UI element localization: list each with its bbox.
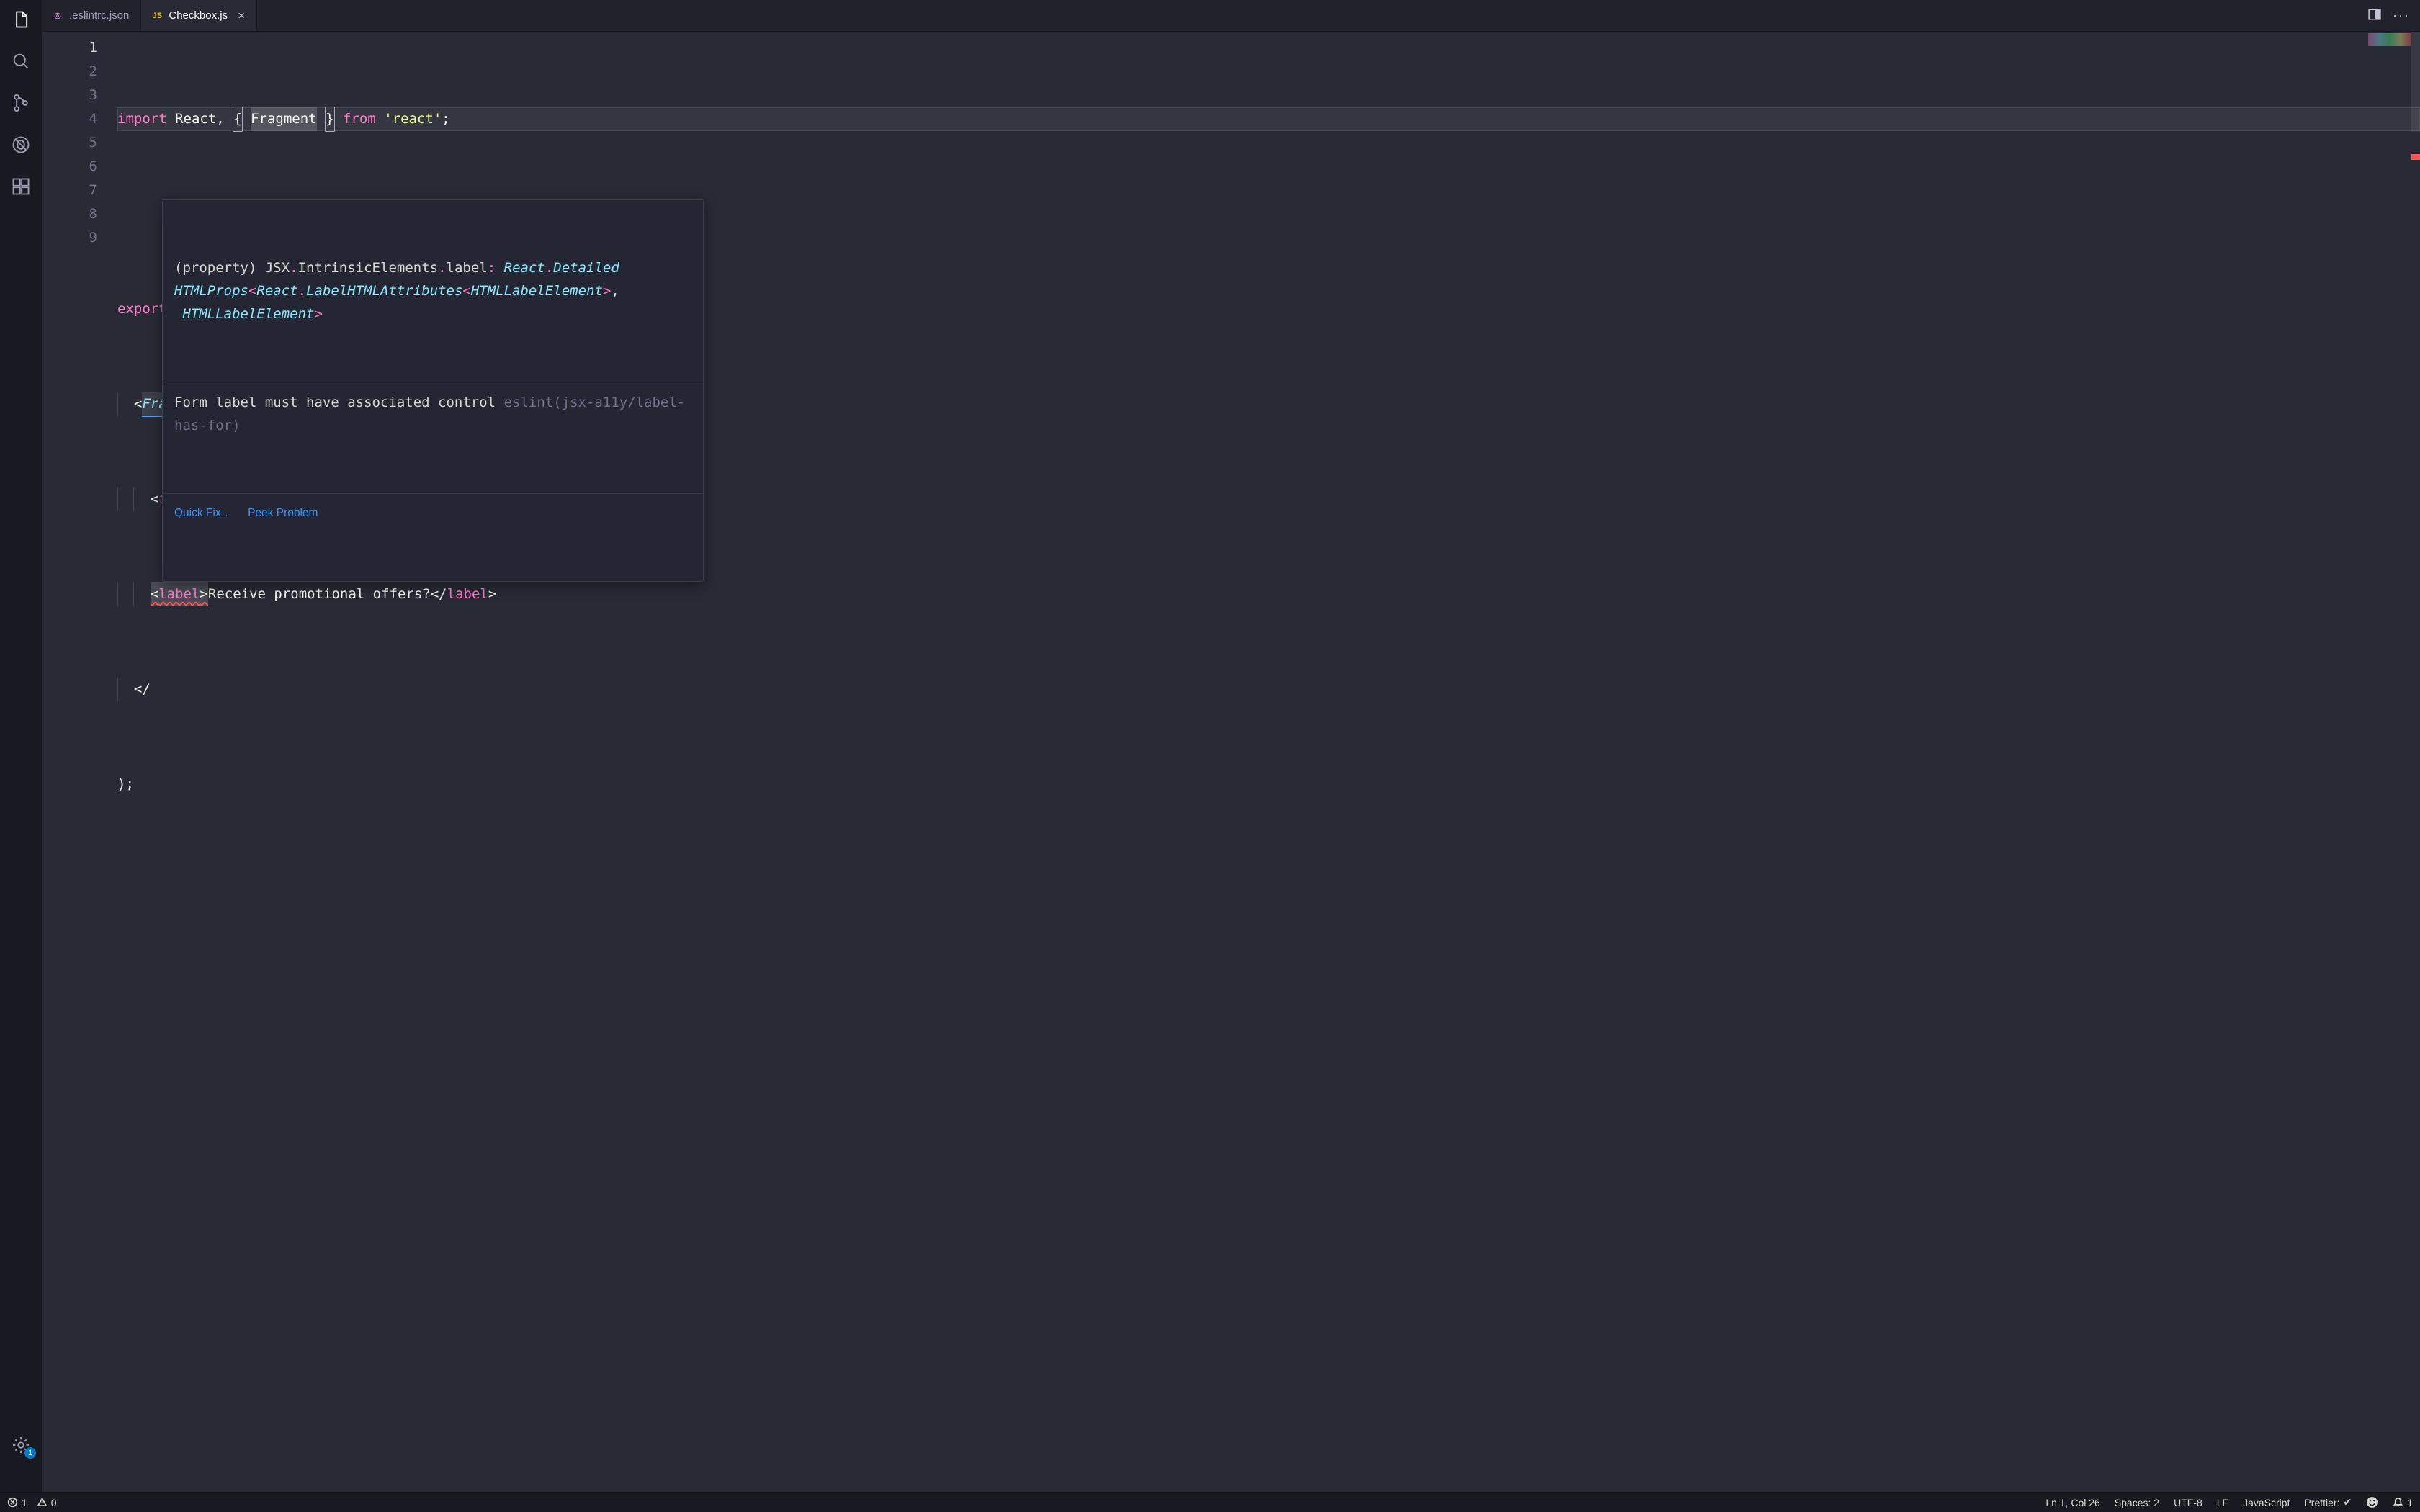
source-control-icon[interactable]	[10, 92, 32, 114]
search-icon[interactable]	[10, 50, 32, 72]
code-lines[interactable]: import React, { Fragment } from 'react';…	[117, 32, 2420, 1492]
settings-badge: 1	[24, 1447, 36, 1459]
tab-eslintrc[interactable]: ◎ .eslintrc.json	[42, 0, 141, 31]
app-shell: 1 ◎ .eslintrc.json JS Checkbox.js × ···	[0, 0, 2420, 1492]
tab-checkbox-js[interactable]: JS Checkbox.js ×	[141, 0, 257, 31]
activity-bar: 1	[0, 0, 42, 1492]
tooltip-error-msg: Form label must have associated control …	[163, 382, 703, 446]
peek-problem-link[interactable]: Peek Problem	[248, 501, 318, 525]
code-line[interactable]: </	[117, 678, 2420, 701]
code-line[interactable]: import React, { Fragment } from 'react';	[117, 107, 2420, 131]
indentation-status[interactable]: Spaces: 2	[2115, 1497, 2159, 1508]
warning-count: 0	[51, 1497, 57, 1508]
tab-label: Checkbox.js	[169, 9, 228, 22]
more-actions-icon[interactable]: ···	[2393, 8, 2410, 23]
prettier-status[interactable]: Prettier: ✔	[2304, 1496, 2352, 1508]
js-file-icon: JS	[151, 10, 163, 22]
quick-fix-link[interactable]: Quick Fix…	[174, 501, 232, 525]
bell-icon	[2393, 1497, 2403, 1508]
extensions-icon[interactable]	[10, 176, 32, 197]
tooltip-actions: Quick Fix… Peek Problem	[163, 493, 703, 534]
tooltip-signature: (property) JSX.IntrinsicElements.label: …	[163, 248, 703, 334]
minimap[interactable]	[2368, 33, 2411, 46]
split-editor-icon[interactable]	[2368, 8, 2381, 23]
notifications-bell[interactable]: 1	[2393, 1497, 2413, 1508]
status-bar: 1 0 Ln 1, Col 26 Spaces: 2 UTF-8 LF Java…	[0, 1492, 2420, 1512]
error-icon	[7, 1497, 18, 1508]
cursor-position[interactable]: Ln 1, Col 26	[2045, 1497, 2100, 1508]
eslint-file-icon: ◎	[52, 10, 63, 22]
hover-tooltip: (property) JSX.IntrinsicElements.label: …	[162, 199, 704, 582]
code-line[interactable]	[117, 868, 2420, 891]
error-count: 1	[22, 1497, 27, 1508]
tab-bar: ◎ .eslintrc.json JS Checkbox.js × ···	[42, 0, 2420, 32]
notification-count: 1	[2407, 1497, 2413, 1508]
problems-status[interactable]: 1 0	[7, 1497, 57, 1508]
debug-disabled-icon[interactable]	[10, 134, 32, 156]
code-line[interactable]: );	[117, 773, 2420, 796]
settings-gear-icon[interactable]: 1	[10, 1434, 32, 1456]
editor-area: ◎ .eslintrc.json JS Checkbox.js × ··· 1 …	[42, 0, 2420, 1492]
code-editor[interactable]: 1 2 3 4 5 6 7 8 9 import React, { Fragme…	[42, 32, 2420, 1492]
eol-status[interactable]: LF	[2217, 1497, 2228, 1508]
warning-icon	[37, 1497, 48, 1508]
scrollbar-thumb[interactable]	[2411, 32, 2420, 132]
explorer-icon[interactable]	[10, 9, 32, 30]
code-line[interactable]: <label>Receive promotional offers?</labe…	[117, 582, 2420, 606]
encoding-status[interactable]: UTF-8	[2174, 1497, 2202, 1508]
language-mode[interactable]: JavaScript	[2243, 1497, 2290, 1508]
error-marker[interactable]	[2411, 154, 2420, 160]
line-gutter: 1 2 3 4 5 6 7 8 9	[42, 32, 117, 1492]
feedback-icon[interactable]	[2366, 1496, 2378, 1508]
tab-label: .eslintrc.json	[69, 9, 129, 22]
close-icon[interactable]: ×	[238, 9, 245, 22]
